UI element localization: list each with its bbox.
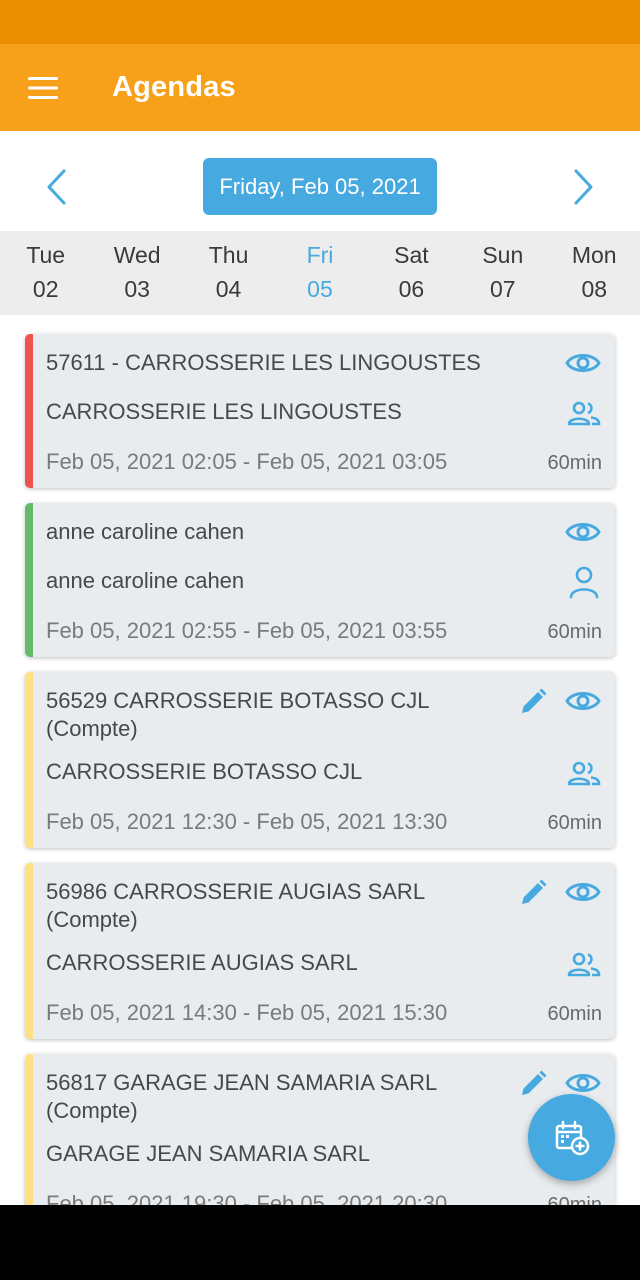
pencil-icon[interactable] [516, 685, 550, 719]
appointment-time-range: Feb 05, 2021 02:55 - Feb 05, 2021 03:55 [46, 618, 448, 643]
day-name: Tue [26, 242, 66, 268]
appointment-card[interactable]: 56817 GARAGE JEAN SAMARIA SARL (Compte) G… [25, 1054, 615, 1205]
appointment-contact: GARAGE JEAN SAMARIA SARL [46, 1141, 370, 1166]
appointment-contact: CARROSSERIE AUGIAS SARL [46, 950, 358, 975]
day-number: 04 [215, 276, 242, 302]
status-stripe [25, 672, 33, 848]
status-stripe [25, 334, 33, 488]
hamburger-icon [28, 76, 58, 99]
appointment-duration: 60min [547, 812, 602, 834]
eye-icon[interactable] [563, 346, 603, 380]
day-sun[interactable]: Sun 07 [457, 231, 548, 315]
week-strip: Tue 02 Wed 03 Thu 04 Fri 05 Sat 06 Sun 07 Mon 08 [0, 231, 640, 315]
group-icon [565, 395, 603, 431]
group-icon [565, 946, 603, 982]
day-mon[interactable]: Mon 08 [549, 231, 640, 315]
eye-icon[interactable] [563, 515, 603, 549]
day-name: Mon [571, 242, 617, 268]
appointment-contact: CARROSSERIE LES LINGOUSTES [46, 399, 402, 424]
appointment-time-range: Feb 05, 2021 14:30 - Feb 05, 2021 15:30 [46, 1000, 448, 1025]
pencil-icon[interactable] [516, 1067, 550, 1101]
current-date-button[interactable]: Friday, Feb 05, 2021 [203, 158, 437, 215]
appointment-title: 56817 GARAGE JEAN SAMARIA SARL (Compte) [46, 1070, 437, 1123]
day-tue[interactable]: Tue 02 [0, 231, 91, 315]
next-day-button[interactable] [564, 167, 604, 207]
pencil-icon[interactable] [516, 876, 550, 910]
appointment-title: 56529 CARROSSERIE BOTASSO CJL (Compte) [46, 688, 429, 741]
status-stripe [25, 863, 33, 1039]
appointment-card[interactable]: 56986 CARROSSERIE AUGIAS SARL (Compte) CA… [25, 863, 615, 1039]
day-wed[interactable]: Wed 03 [91, 231, 182, 315]
chevron-left-icon [47, 169, 66, 205]
appointment-card[interactable]: 56529 CARROSSERIE BOTASSO CJL (Compte) CA… [25, 672, 615, 848]
menu-button[interactable] [14, 58, 74, 118]
day-number: 05 [307, 276, 333, 302]
calendar-add-icon [555, 1120, 589, 1155]
day-sat[interactable]: Sat 06 [366, 231, 457, 315]
day-name: Thu [208, 242, 249, 268]
day-number: 02 [32, 276, 59, 302]
page-title: Agendas [112, 71, 236, 103]
day-number: 08 [581, 276, 608, 302]
day-name: Sat [394, 242, 429, 268]
day-number: 03 [124, 276, 150, 302]
day-name: Fri [306, 242, 334, 268]
day-name: Wed [113, 242, 161, 268]
appointment-duration: 60min [547, 1003, 602, 1025]
appointment-time-range: Feb 05, 2021 02:05 - Feb 05, 2021 03:05 [46, 449, 448, 474]
day-thu[interactable]: Thu 04 [183, 231, 274, 315]
status-bar [0, 0, 640, 44]
appointment-title: 56986 CARROSSERIE AUGIAS SARL (Compte) [46, 879, 425, 932]
chevron-right-icon [574, 169, 593, 205]
eye-icon[interactable] [563, 684, 603, 718]
status-stripe [25, 1054, 33, 1205]
previous-day-button[interactable] [36, 167, 76, 207]
appointment-contact: anne caroline cahen [46, 568, 245, 593]
app-bar: Agendas [0, 44, 640, 131]
person-icon [565, 564, 603, 600]
appointment-time-range: Feb 05, 2021 19:30 - Feb 05, 2021 20:30 [46, 1191, 448, 1205]
day-number: 06 [398, 276, 425, 302]
appointment-title: anne caroline cahen [46, 519, 245, 544]
appointment-duration: 60min [547, 621, 602, 643]
appointment-card[interactable]: anne caroline cahen anne caroline cahen Fe… [25, 503, 615, 657]
appointment-time-range: Feb 05, 2021 12:30 - Feb 05, 2021 13:30 [46, 809, 448, 834]
appointment-card[interactable]: 57611 - CARROSSERIE LES LINGOUSTES CARROS… [25, 334, 615, 488]
appointment-duration: 60min [547, 452, 602, 474]
status-stripe [25, 503, 33, 657]
appointment-contact: CARROSSERIE BOTASSO CJL [46, 759, 363, 784]
add-appointment-button[interactable] [528, 1094, 615, 1181]
day-number: 07 [490, 276, 516, 302]
day-fri[interactable]: Fri 05 [274, 231, 365, 315]
day-name: Sun [482, 242, 524, 268]
appointment-duration: 60min [547, 1194, 602, 1205]
appointment-title: 57611 - CARROSSERIE LES LINGOUSTES [46, 350, 481, 375]
eye-icon[interactable] [563, 875, 603, 909]
date-navigator: Friday, Feb 05, 2021 [0, 131, 640, 231]
appointment-list[interactable]: 57611 - CARROSSERIE LES LINGOUSTES CARROS… [0, 315, 640, 1205]
system-navigation-bar [0, 1205, 640, 1280]
group-icon [565, 755, 603, 791]
